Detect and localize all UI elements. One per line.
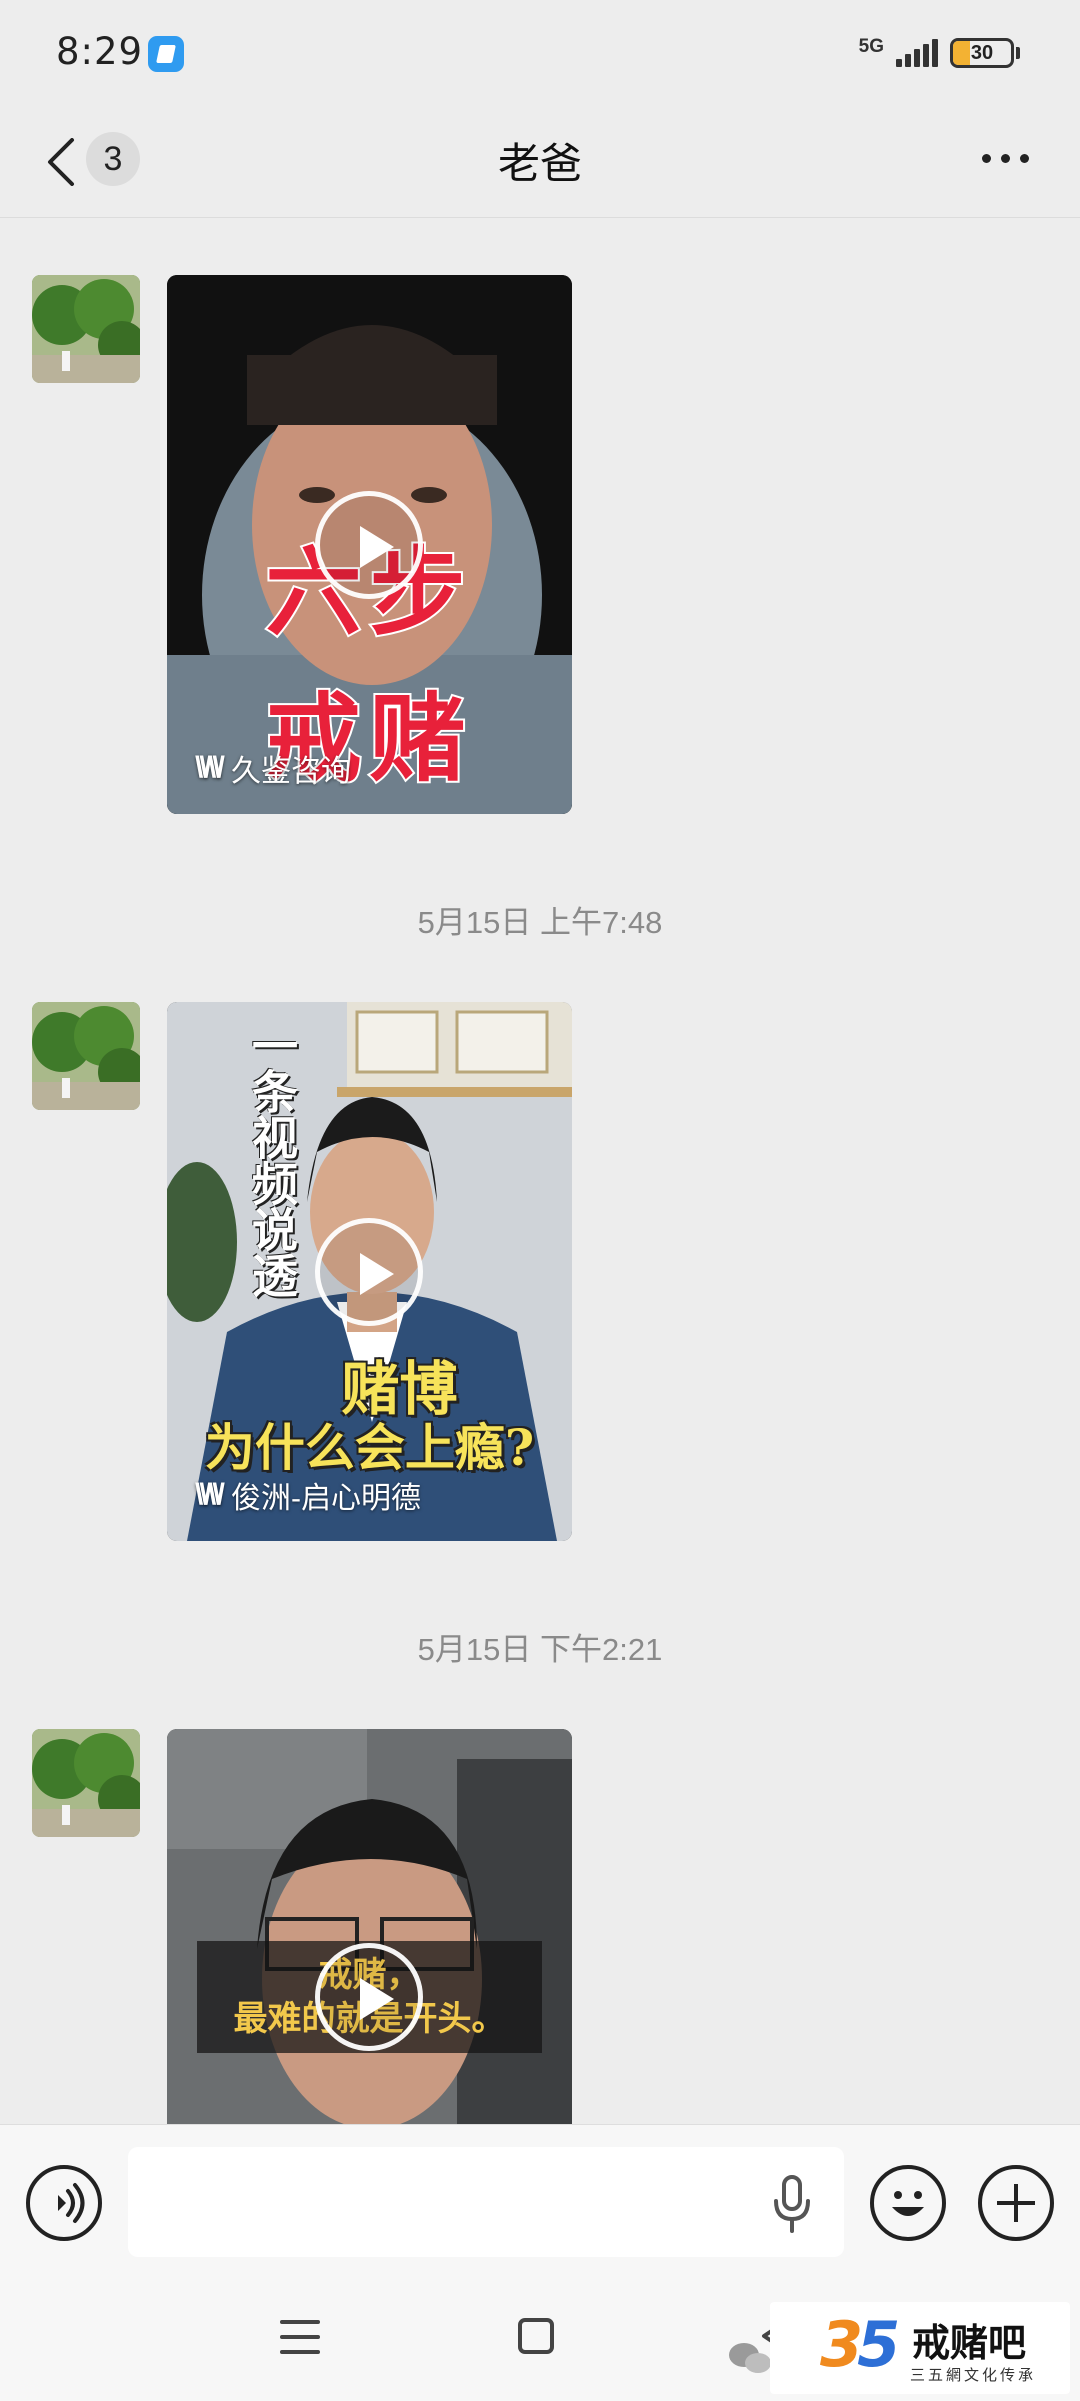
voice-mode-button[interactable]	[26, 2165, 102, 2241]
microphone-icon[interactable]	[772, 2175, 812, 2233]
status-indicators: 5G 30	[859, 36, 1020, 70]
chat-input-bar	[0, 2124, 1080, 2280]
video-source: \\/\\/ 久鉴咨询	[195, 746, 351, 790]
emoji-icon	[892, 2191, 924, 2216]
home-square-icon[interactable]	[518, 2318, 554, 2354]
video-overlay-text: 为什么会上瘾?	[204, 1418, 535, 1477]
battery-icon: 30	[950, 38, 1014, 68]
wechat-logo-icon	[729, 2343, 771, 2373]
message-timestamp: 5月15日 上午7:48	[417, 905, 663, 940]
watermark-name: 戒赌吧	[912, 2323, 1027, 2365]
more-dots-icon	[981, 153, 991, 163]
more-dot	[1000, 153, 1010, 163]
watermark-number: 35	[820, 2308, 900, 2381]
emoji-button[interactable]	[870, 2165, 946, 2241]
chat-title: 老爸	[497, 140, 582, 187]
video-source: \\/\\/ 俊洲-启心明德	[195, 1473, 421, 1517]
plus-icon[interactable]	[978, 2165, 1054, 2241]
video-vertical-text: 一条视频说透	[245, 1022, 299, 1298]
video-message-card[interactable]: 戒赌， 最难的就是开头。	[167, 1729, 572, 2124]
more-dot	[1019, 153, 1029, 163]
menu-icon[interactable]	[280, 2320, 320, 2354]
contact-avatar[interactable]	[32, 1729, 140, 1837]
more-options-button[interactable]	[970, 138, 1040, 178]
play-icon[interactable]	[315, 1943, 423, 2051]
video-message-card[interactable]: 六步 戒赌 \\/\\/ 久鉴咨询	[167, 275, 572, 814]
play-icon[interactable]	[315, 1218, 423, 1326]
watermark-subtitle: 三五網文化传承	[910, 2366, 1037, 2384]
signal-strength-icon	[896, 39, 938, 67]
voice-mode-icon	[58, 2183, 85, 2223]
menu-line	[280, 2350, 320, 2354]
battery-cap	[1016, 47, 1020, 59]
watermark-logo: 35 戒赌吧 三五網文化传承	[770, 2302, 1070, 2394]
message-input[interactable]	[128, 2147, 844, 2257]
channels-logo-icon: \\/\\/	[195, 1478, 225, 1511]
notification-app-icon	[148, 36, 184, 72]
watermark-number-right: 5	[857, 2308, 900, 2381]
battery-fill	[953, 41, 971, 65]
play-icon[interactable]	[315, 491, 423, 599]
contact-avatar[interactable]	[32, 1002, 140, 1110]
status-time: 8:29	[56, 30, 144, 73]
video-source-name: 俊洲-启心明德	[231, 1482, 422, 1515]
menu-line	[280, 2320, 320, 2324]
chat-header: 3 老爸	[0, 100, 1080, 218]
avatar-image	[32, 1729, 140, 1837]
channels-logo-icon: \\/\\/	[195, 751, 225, 784]
video-source-name: 久鉴咨询	[231, 755, 352, 788]
menu-line	[280, 2335, 320, 2339]
message-timestamp: 5月15日 下午2:21	[417, 1632, 663, 1667]
avatar-image	[32, 275, 140, 383]
watermark-number-left: 3	[820, 2308, 863, 2381]
battery-level-text: 30	[970, 41, 994, 64]
network-type-label: 5G	[858, 36, 884, 57]
avatar-image	[32, 1002, 140, 1110]
status-bar: 8:29 5G 30	[0, 0, 1080, 100]
video-message-card[interactable]: 一条视频说透 赌博 为什么会上瘾? \\/\\/ 俊洲-启心明德	[167, 1002, 572, 1541]
video-thumbnail	[167, 1729, 572, 2124]
contact-avatar[interactable]	[32, 275, 140, 383]
